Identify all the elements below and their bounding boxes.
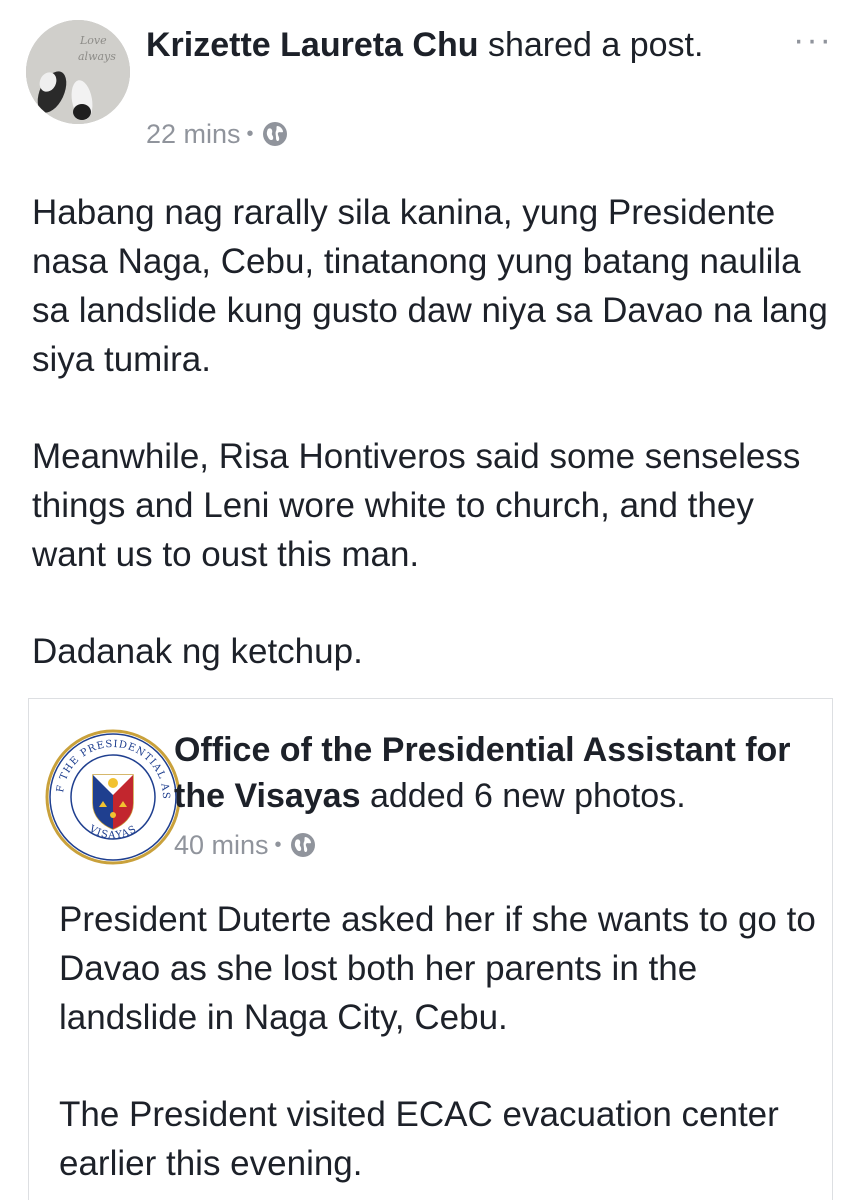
- post-paragraph: Habang nag rarally sila kanina, yung Pre…: [32, 193, 828, 379]
- shared-post-card[interactable]: OFFICE OF THE PRESIDENTIAL ASSISTANT VIS…: [28, 698, 833, 1200]
- author-name[interactable]: Krizette Laureta Chu: [146, 26, 479, 64]
- shared-post-timestamp[interactable]: 40 mins: [174, 830, 269, 861]
- post-action: shared a post.: [478, 26, 704, 64]
- author-line: Krizette Laureta Chu shared a post.: [146, 22, 756, 68]
- shared-post-action: added 6 new photos.: [360, 777, 686, 815]
- avatar[interactable]: Love always: [26, 20, 130, 124]
- shared-post-paragraph: The President visited ECAC evacuation ce…: [59, 1095, 779, 1183]
- office-seal-logo[interactable]: OFFICE OF THE PRESIDENTIAL ASSISTANT VIS…: [40, 721, 181, 865]
- facebook-post: Love always Krizette Laureta Chu shared …: [0, 0, 863, 1200]
- globe-icon[interactable]: [262, 121, 288, 147]
- svg-text:always: always: [78, 50, 116, 63]
- avatar-photo: Love always: [26, 20, 130, 124]
- post-timestamp[interactable]: 22 mins: [146, 119, 241, 150]
- shared-post-body: President Duterte asked her if she wants…: [59, 895, 819, 1200]
- post-paragraph: Meanwhile, Risa Hontiveros said some sen…: [32, 437, 801, 574]
- post-meta: 22 mins •: [146, 118, 288, 150]
- meta-separator: •: [246, 122, 254, 145]
- more-options-button[interactable]: ···: [793, 20, 833, 60]
- post-header: Love always Krizette Laureta Chu shared …: [26, 20, 837, 160]
- meta-separator: •: [274, 833, 282, 856]
- shared-author-line: Office of the Presidential Assistant for…: [174, 727, 824, 819]
- shared-post-paragraph: President Duterte asked her if she wants…: [59, 900, 816, 1037]
- globe-icon[interactable]: [290, 832, 316, 858]
- post-body: Habang nag rarally sila kanina, yung Pre…: [32, 188, 832, 724]
- svg-text:Love: Love: [79, 34, 107, 47]
- post-paragraph: Dadanak ng ketchup.: [32, 632, 363, 671]
- shared-post-meta: 40 mins •: [174, 829, 316, 861]
